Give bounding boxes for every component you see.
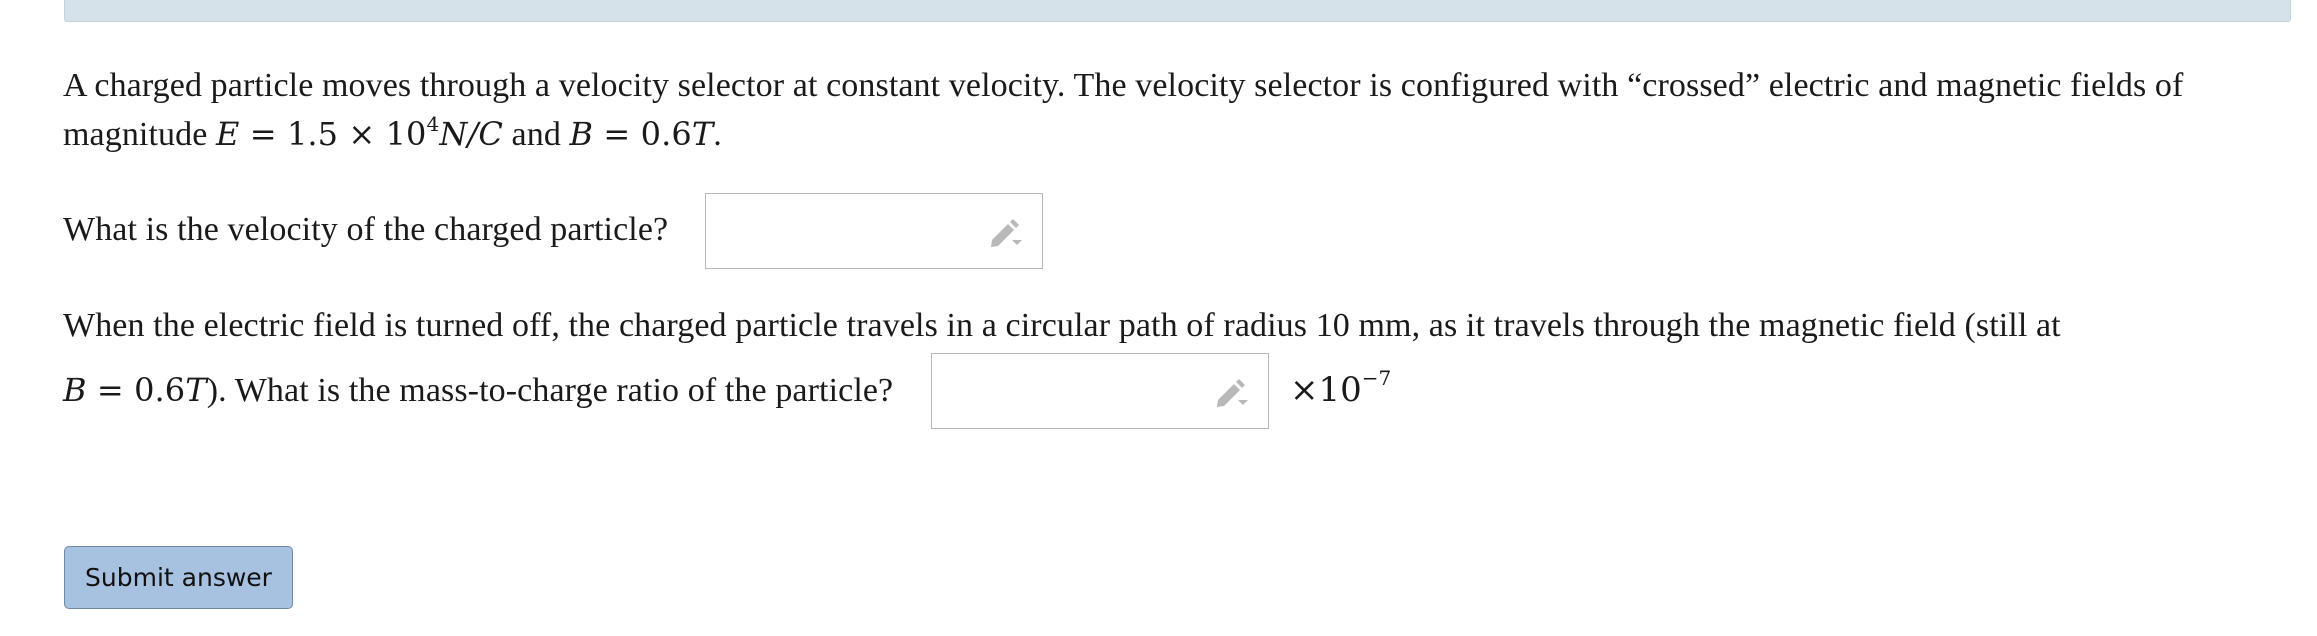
b-field-expression-2: B = 0.6T (63, 371, 207, 409)
top-banner (64, 0, 2291, 22)
unit-multiplier: ×10−7 (1290, 366, 1392, 410)
submit-answer-button[interactable]: Submit answer (64, 546, 293, 609)
question-intro-line1: A charged particle moves through a veloc… (63, 67, 2184, 104)
b-field-expression: B = 0.6T (569, 115, 714, 153)
part1-prompt: What is the velocity of the charged part… (63, 211, 669, 248)
velocity-answer-input[interactable] (705, 193, 1043, 269)
mass-charge-answer-input[interactable] (931, 353, 1269, 429)
pencil-dropdown-icon[interactable] (1214, 376, 1250, 408)
e-field-expression: E = 1.5 × 104N/C (216, 112, 503, 153)
question-intro-line2: magnitude E = 1.5 × 104N/C and B = 0.6T. (63, 112, 722, 153)
pencil-dropdown-icon[interactable] (988, 216, 1024, 248)
and-text: and (502, 116, 570, 153)
part2-line2: B = 0.6T). What is the mass-to-charge ra… (63, 371, 894, 409)
intro-prefix: magnitude (63, 116, 217, 153)
part2-line1: When the electric field is turned off, t… (63, 307, 2061, 344)
